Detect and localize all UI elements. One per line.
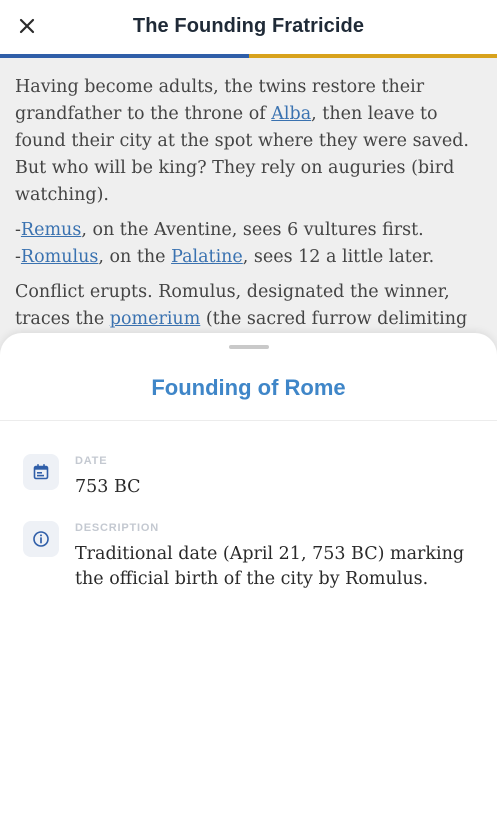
article-text: , on the Aventine, sees 6 vultures first… [81,220,424,240]
date-label: DATE [75,455,108,467]
article-text: , then leave to [311,104,438,124]
article-paragraph: Conflict erupts. Romulus, designated the… [15,279,482,333]
description-icon-tile [23,521,59,557]
article-line: But who will be king? They rely on augur… [15,158,455,178]
article-text: grandfather to the throne of [15,104,272,124]
date-icon-tile [23,454,59,490]
sheet-title: Founding of Rome [151,375,346,400]
article-paragraph: -Remus, on the Aventine, sees 6 vultures… [15,217,482,271]
link-pomerium[interactable]: pomerium [110,309,201,329]
article-line: Having become adults, the twins restore … [15,77,425,97]
link-alba[interactable]: Alba [271,104,311,124]
article-text: , sees 12 a little later. [242,247,435,267]
description-label: DESCRIPTION [75,522,159,534]
date-value: 753 BC [75,477,141,497]
top-bar: The Founding Fratricide [0,0,497,54]
article-text: traces the [15,309,110,329]
article-text: (the sacred furrow delimiting [200,309,468,329]
article-line: grandfather to the throne of Alba, then … [15,101,482,128]
info-icon [33,531,49,547]
article-line: -Remus, on the Aventine, sees 6 vultures… [15,217,482,244]
divider [0,420,497,421]
sheet-drag-handle[interactable] [229,345,269,349]
page-title: The Founding Fratricide [132,15,365,37]
article-line: found their city at the spot where they … [15,131,469,151]
bottom-sheet: Founding of Rome DATE 753 BC DESCRIPTION [0,333,497,834]
description-value: Traditional date (April 21, 753 BC) mark… [75,544,465,589]
link-remus[interactable]: Remus [21,220,81,240]
link-palatine[interactable]: Palatine [171,247,243,267]
link-romulus[interactable]: Romulus [21,247,98,267]
article-body: Having become adults, the twins restore … [0,58,497,358]
article-line: watching). [15,185,109,205]
calendar-icon [33,463,49,480]
article-line: Conflict erupts. Romulus, designated the… [15,282,450,302]
article-line: -Romulus, on the Palatine, sees 12 a lit… [15,244,482,271]
article-text: , on the [98,247,172,267]
article-line: traces the pomerium (the sacred furrow d… [15,306,482,333]
article-paragraph: Having become adults, the twins restore … [15,74,482,209]
